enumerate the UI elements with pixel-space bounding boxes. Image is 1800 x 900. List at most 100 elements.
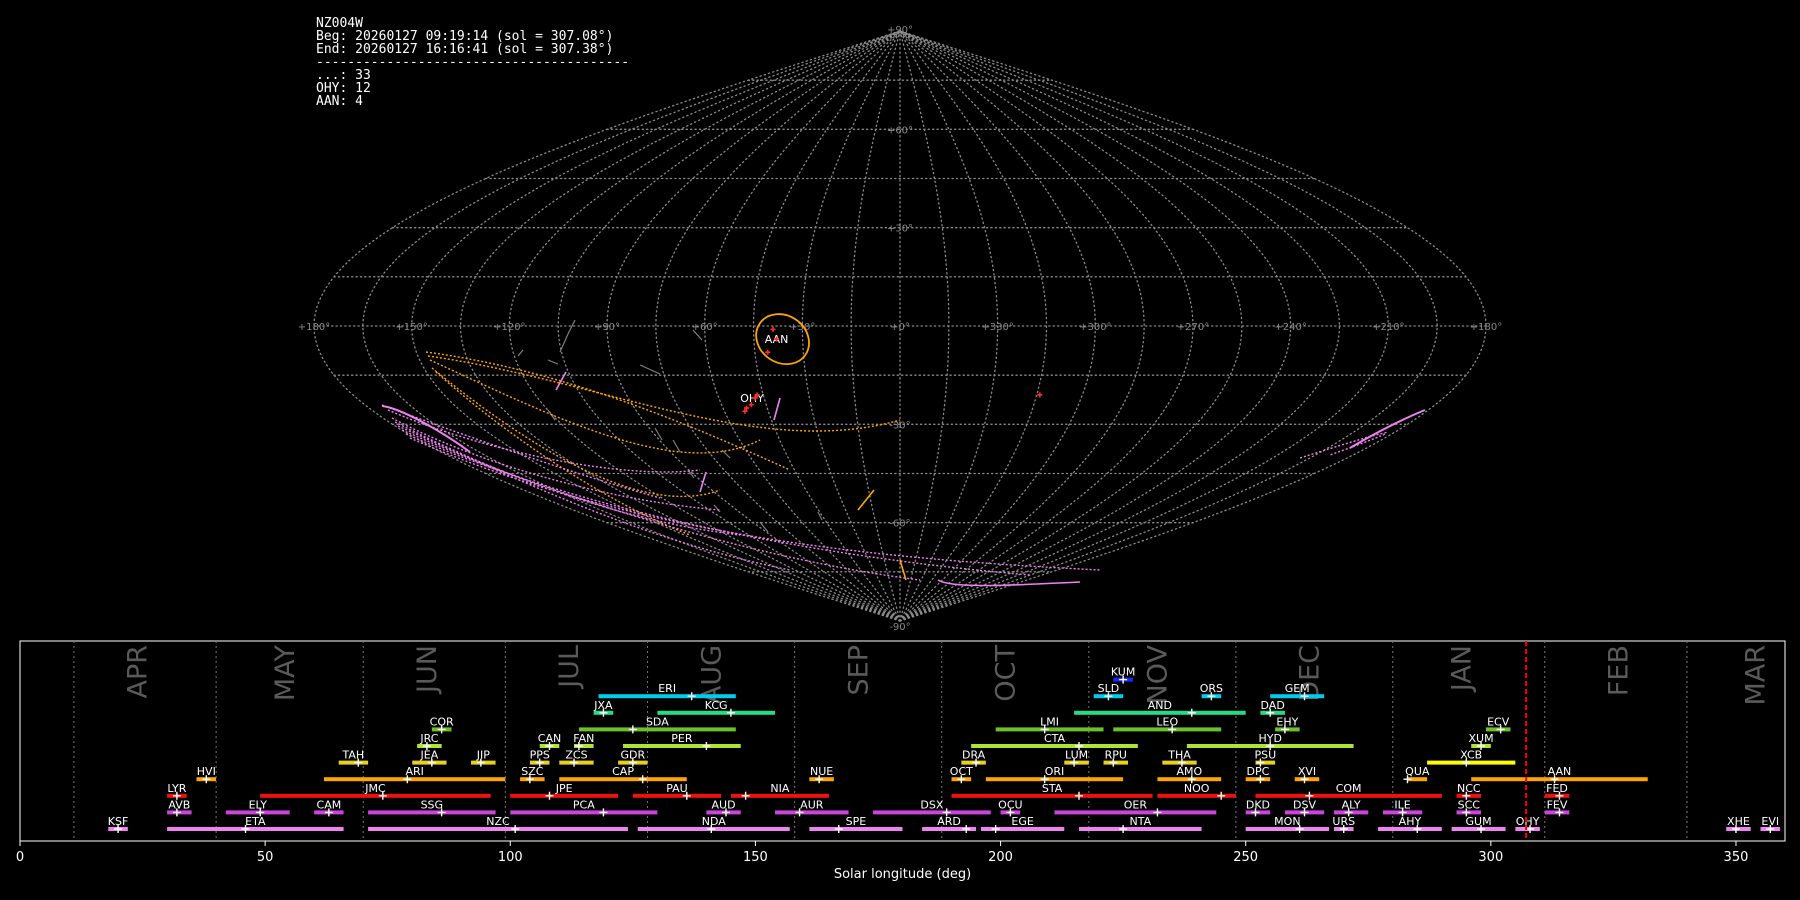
shower-fan: FAN xyxy=(573,732,594,750)
sporadic-trail xyxy=(639,364,661,375)
x-tick-label: 100 xyxy=(498,850,523,865)
shower-label: EVI xyxy=(1761,815,1779,828)
shower-label: ELY xyxy=(249,798,268,811)
shower-eta: ETA xyxy=(167,815,344,833)
parallel-label: -90° xyxy=(889,622,910,630)
shower-label: SCC xyxy=(1458,798,1481,811)
shower-label: ECV xyxy=(1487,715,1510,728)
shower-label: OHY xyxy=(1516,815,1540,828)
ohy-trail xyxy=(1349,409,1426,449)
shower-label: SLD xyxy=(1098,682,1120,695)
shower-label: SZC xyxy=(521,765,544,778)
shower-label: NZC xyxy=(486,815,510,828)
shower-peak-marker xyxy=(962,825,971,833)
meridian-label: +90° xyxy=(594,322,620,333)
shower-peak-marker xyxy=(1217,791,1226,800)
shower-ncc: NCC xyxy=(1456,782,1482,800)
shower-label: URS xyxy=(1332,815,1355,828)
shower-label: NDA xyxy=(702,815,727,828)
shower-label: EGE xyxy=(1011,815,1033,828)
shower-peak-marker xyxy=(702,742,711,750)
shower-noo: NOO xyxy=(1157,782,1236,800)
shower-label: DAD xyxy=(1261,699,1285,712)
shower-ors: ORS xyxy=(1200,682,1223,701)
shower-rpu: RPU xyxy=(1103,749,1129,767)
shower-label: XVI xyxy=(1298,765,1316,778)
shower-jmc: JMC xyxy=(260,782,491,800)
shower-ege: EGE xyxy=(980,815,1065,833)
aan-trail xyxy=(425,351,791,471)
shower-label: COR xyxy=(430,715,454,728)
shower-label: CAM xyxy=(317,798,342,811)
month-label-oct: OCT xyxy=(990,645,1021,702)
shower-label: SDA xyxy=(646,715,669,728)
shower-nzc: NZC xyxy=(368,815,628,833)
shower-nia: NIA xyxy=(730,782,829,800)
x-axis-label: Solar longitude (deg) xyxy=(834,867,971,882)
shower-jpe: JPE xyxy=(510,782,619,800)
shower-label: DSX xyxy=(920,798,943,811)
ohy-trail xyxy=(699,471,707,493)
shower-xum: XUM xyxy=(1468,732,1494,750)
ohy-trail xyxy=(555,371,567,391)
shower-label: JEA xyxy=(420,749,439,762)
shower-label: AMO xyxy=(1176,765,1202,778)
shower-zcs: ZCS xyxy=(559,749,594,767)
shower-ksf: KSF xyxy=(108,815,129,833)
shower-peak-marker xyxy=(834,825,843,833)
shower-tah: TAH xyxy=(338,749,369,767)
meridian-label: +150° xyxy=(395,322,427,333)
shower-label: JIP xyxy=(476,749,490,762)
shower-label: JRC xyxy=(419,732,438,745)
shower-label: PPS xyxy=(530,749,550,762)
shower-peak-marker xyxy=(599,808,608,817)
shower-label: AAN xyxy=(1548,765,1572,778)
shower-oer: OER xyxy=(1054,798,1217,817)
shower-com: COM xyxy=(1255,782,1442,800)
shower-label: KSF xyxy=(108,815,129,828)
month-label-jan: JAN xyxy=(1446,645,1477,693)
shower-label: ORS xyxy=(1200,682,1223,695)
shower-label: SSG xyxy=(421,798,444,811)
meridian-label: +180° xyxy=(1470,322,1502,333)
shower-peak-marker xyxy=(511,825,520,833)
shower-peak-marker xyxy=(741,791,750,800)
sporadic-trail xyxy=(547,359,559,365)
shower-label: NIA xyxy=(770,782,789,795)
shower-ehy: EHY xyxy=(1275,715,1300,734)
x-tick-label: 300 xyxy=(1478,850,1503,865)
shower-dpc: DPC xyxy=(1245,765,1271,784)
shower-label: TAH xyxy=(342,749,365,762)
shower-peak-marker xyxy=(545,791,554,800)
shower-label: AHY xyxy=(1399,815,1422,828)
sporadic-trail xyxy=(672,439,681,453)
radiant-marker xyxy=(765,349,771,355)
shower-label: QUA xyxy=(1405,765,1430,778)
shower-label: JXA xyxy=(593,699,613,712)
shower-peak-marker xyxy=(1075,791,1083,800)
parallel-label: +60° xyxy=(887,125,913,136)
shower-label: OER xyxy=(1124,798,1148,811)
shower-jxa: JXA xyxy=(593,699,614,717)
shower-nda: NDA xyxy=(637,815,790,833)
sky-grid-labels: +180° +150° +120° +90° +60° +30° +0° +330° +300°… xyxy=(298,25,1502,630)
meridian-label: +240° xyxy=(1274,322,1306,333)
meridian-label: +120° xyxy=(493,322,525,333)
x-axis: 0 50 100 150 200 250 300 350 xyxy=(16,841,1748,865)
sporadic-trail xyxy=(517,349,524,357)
shower-cta: CTA xyxy=(971,732,1138,750)
shower-bars: KSF ETA NZC NDA SPE ARD EGE NTA MON URS AHY GUM OHY X… xyxy=(108,666,1781,833)
month-label-apr: APR xyxy=(123,645,154,699)
parallel-label: +30° xyxy=(887,224,913,235)
shower-hvi: HVI xyxy=(196,765,217,784)
month-label-nov: NOV xyxy=(1142,644,1173,704)
shower-psu: PSU xyxy=(1254,749,1276,767)
shower-peak-marker xyxy=(1187,708,1196,717)
ohy-trail xyxy=(773,397,781,421)
shower-label: EHY xyxy=(1276,715,1298,728)
shower-ely: ELY xyxy=(225,798,290,817)
shower-can: CAN xyxy=(538,732,561,750)
shower-label: CTA xyxy=(1044,732,1066,745)
shower-label: RPU xyxy=(1105,749,1127,762)
shower-label: JPE xyxy=(555,782,573,795)
